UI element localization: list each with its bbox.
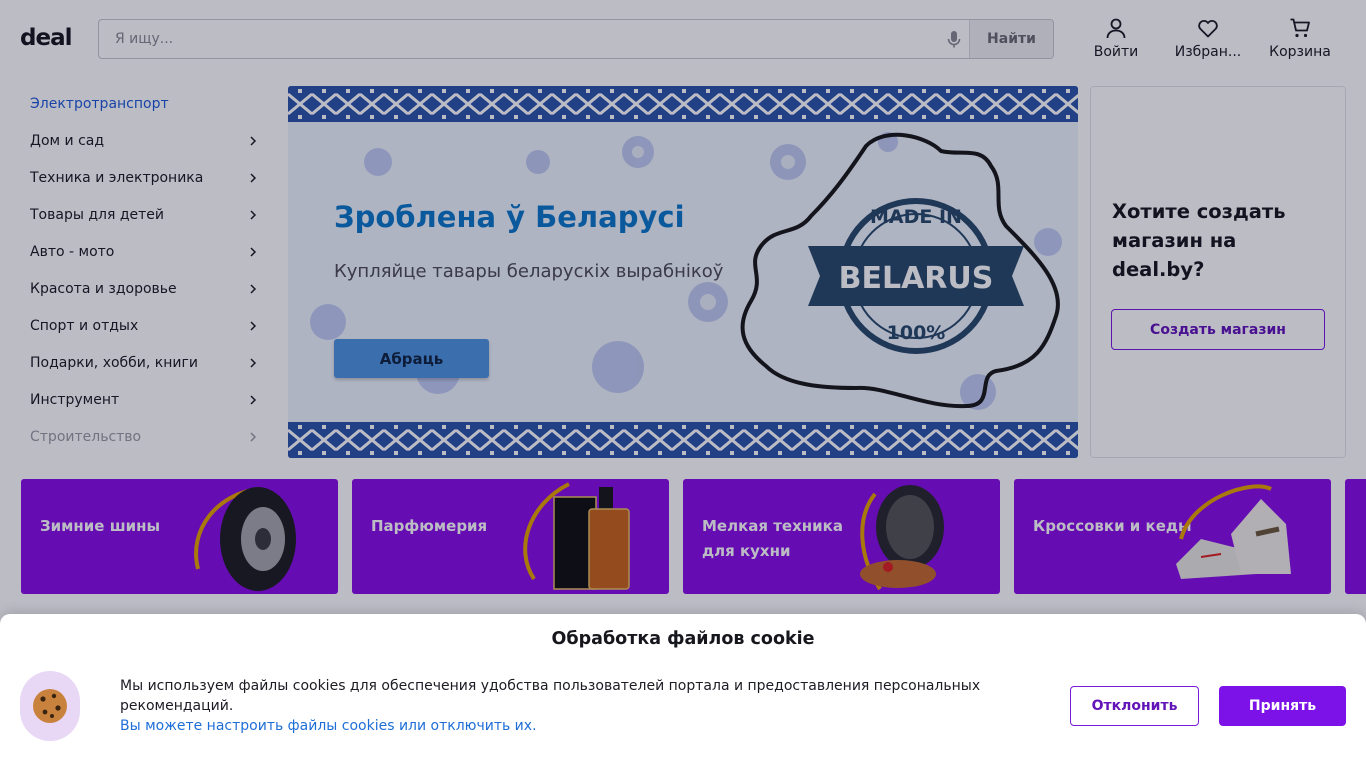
sidebar-item-label: Дом и сад [30, 133, 105, 149]
banner-title: Зроблена ў Беларусі [334, 200, 685, 234]
accept-cookies-button[interactable]: Принять [1219, 686, 1346, 726]
login-label: Войти [1093, 44, 1139, 60]
tire-image [194, 487, 296, 591]
deal-logo[interactable]: deal [20, 25, 72, 51]
sidebar-item-tools[interactable]: Инструмент [14, 382, 272, 419]
sidebar-item-label: Подарки, хобби, книги [30, 355, 198, 371]
chevron-right-icon [250, 358, 257, 368]
sidebar-item-gifts-hobby-books[interactable]: Подарки, хобби, книги [14, 345, 272, 382]
sidebar-item-auto-moto[interactable]: Авто - мото [14, 234, 272, 271]
microphone-icon[interactable] [944, 29, 964, 49]
cookie-description: Мы используем файлы cookies для обеспече… [120, 678, 981, 714]
banner-subtitle: Купляйце тавары беларускіх вырабнікоў [334, 261, 724, 282]
sidebar-item-construction[interactable]: Строительство [14, 419, 272, 456]
login-button[interactable]: Войти [1076, 16, 1156, 66]
sidebar-item-label: Товары для детей [30, 207, 164, 223]
chevron-right-icon [250, 395, 257, 405]
sidebar-item-label: Авто - мото [30, 244, 115, 260]
chevron-right-icon [250, 432, 257, 442]
create-shop-button[interactable]: Создать магазин [1111, 309, 1325, 350]
chevron-right-icon [250, 210, 257, 220]
cookie-title: Обработка файлов cookie [551, 629, 815, 649]
sidebar-item-sport[interactable]: Спорт и отдых [14, 308, 272, 345]
tile-sneakers[interactable]: Кроссовки и кеды [1014, 479, 1331, 594]
category-sidebar: Электротранспорт Дом и сад Техника и эле… [14, 86, 272, 456]
sidebar-item-beauty-health[interactable]: Красота и здоровье [14, 271, 272, 308]
sidebar-item-electronics[interactable]: Техника и электроника [14, 160, 272, 197]
chevron-right-icon [250, 136, 257, 146]
tile-kitchen-appliances[interactable]: Мелкая техника для кухни [683, 479, 1000, 594]
sidebar-item-electrotransport[interactable]: Электротранспорт [14, 86, 272, 123]
cart-label: Корзина [1269, 44, 1331, 60]
cart-icon [1290, 18, 1310, 38]
create-shop-title: Хотите создать магазин на deal.by? [1112, 200, 1286, 281]
cart-button[interactable]: Корзина [1260, 16, 1340, 66]
chevron-right-icon [250, 247, 257, 257]
cookie-consent-dialog: Обработка файлов cookie Мы используем фа… [0, 614, 1366, 768]
waffle-maker-image [860, 485, 944, 591]
sidebar-item-home-garden[interactable]: Дом и сад [14, 123, 272, 160]
favorites-label: Избран... [1174, 44, 1242, 60]
search-bar: Найти [98, 19, 1054, 59]
sidebar-item-kids[interactable]: Товары для детей [14, 197, 272, 234]
sidebar-item-label: Техника и электроника [30, 170, 204, 186]
user-icon [1106, 18, 1126, 39]
perfume-image [523, 482, 630, 590]
chevron-right-icon [250, 321, 257, 331]
tile-perfume[interactable]: Парфюмерия [352, 479, 669, 594]
svg-text:BELARUS: BELARUS [839, 261, 994, 296]
sidebar-item-label: Инструмент [30, 392, 120, 408]
site-header: deal Найти Войти Избран... Корзина [0, 0, 1366, 78]
chevron-right-icon [250, 173, 257, 183]
belarus-map-badge: MADE IN BELARUS 100% [740, 132, 1060, 409]
tile-winter-tires[interactable]: Зимние шины [21, 479, 338, 594]
decline-cookies-button[interactable]: Отклонить [1070, 686, 1199, 726]
favorites-button[interactable]: Избран... [1166, 16, 1250, 66]
hero-banner[interactable]: Зроблена ў Беларусі Купляйце тавары бела… [288, 86, 1078, 458]
svg-text:MADE IN: MADE IN [870, 206, 962, 228]
sidebar-item-label: Строительство [30, 429, 142, 445]
tile-next-partial[interactable] [1345, 479, 1366, 594]
create-shop-card: Хотите создать магазин на deal.by? Созда… [1090, 86, 1346, 458]
search-button[interactable]: Найти [969, 20, 1053, 58]
sidebar-item-label: Красота и здоровье [30, 281, 177, 297]
banner-choose-button[interactable]: Абраць [334, 339, 489, 378]
cookie-icon [20, 671, 80, 741]
svg-text:100%: 100% [887, 322, 946, 344]
ornament-border [288, 422, 1078, 458]
sidebar-item-label: Электротранспорт [30, 96, 169, 112]
heart-icon [1198, 20, 1218, 38]
cookie-settings-link[interactable]: Вы можете настроить файлы cookies или от… [120, 716, 537, 736]
chevron-right-icon [250, 284, 257, 294]
ornament-border [288, 86, 1078, 122]
sneakers-image [1176, 484, 1291, 579]
search-input[interactable] [99, 20, 939, 58]
sidebar-item-label: Спорт и отдых [30, 318, 139, 334]
